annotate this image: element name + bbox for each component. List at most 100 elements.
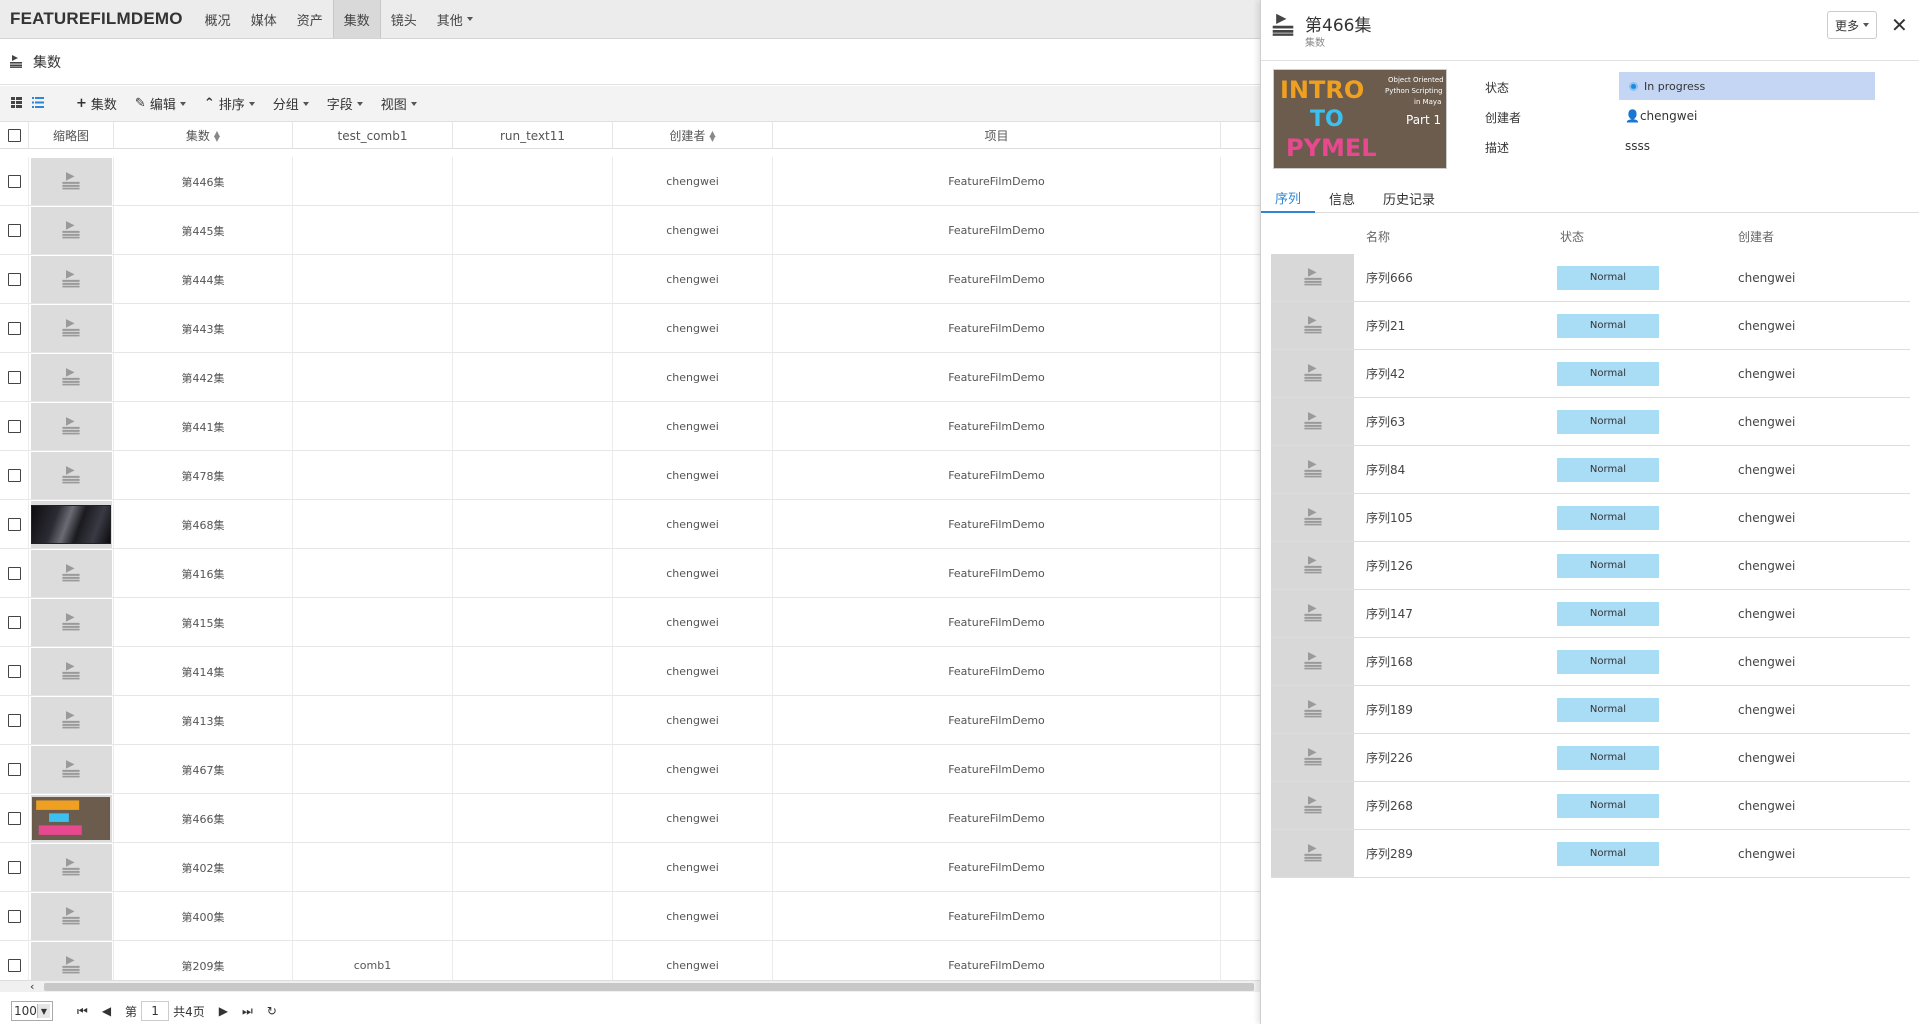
run-text11-cell[interactable] [453, 941, 613, 980]
creator-cell[interactable]: chengwei [613, 647, 773, 696]
thumbnail-cell[interactable] [29, 647, 114, 696]
sequence-name[interactable]: 序列268 [1366, 797, 1413, 814]
run-text11-cell[interactable] [453, 206, 613, 255]
table-row[interactable]: 第444集 chengwei FeatureFilmDemo [0, 255, 1260, 304]
table-row[interactable]: 第467集 chengwei FeatureFilmDemo [0, 745, 1260, 794]
grid-view-icon[interactable] [11, 96, 22, 111]
nav-item-assets[interactable]: 资产 [287, 0, 333, 38]
test-comb1-cell[interactable] [293, 696, 453, 745]
status-badge[interactable]: In progress [1619, 72, 1875, 100]
test-comb1-cell[interactable] [293, 647, 453, 696]
run-text11-cell[interactable] [453, 598, 613, 647]
row-checkbox[interactable] [7, 861, 21, 874]
page-size-select[interactable]: 100 ▼ [11, 1001, 53, 1021]
row-checkbox[interactable] [7, 175, 21, 188]
project-cell[interactable]: FeatureFilmDemo [773, 892, 1221, 941]
prev-page-icon[interactable]: ◀ [102, 1004, 111, 1018]
sequence-status-badge[interactable]: Normal [1557, 697, 1659, 722]
table-row[interactable]: 第400集 chengwei FeatureFilmDemo [0, 892, 1260, 941]
sequence-status-badge[interactable]: Normal [1557, 649, 1659, 674]
project-cell[interactable]: FeatureFilmDemo [773, 255, 1221, 304]
test-comb1-cell[interactable] [293, 500, 453, 549]
sort-menu-button[interactable]: ⌃ 排序 [204, 94, 255, 113]
run-text11-cell[interactable] [453, 794, 613, 843]
first-page-icon[interactable]: ⏮ [77, 1004, 88, 1019]
table-row[interactable]: 第209集 comb1 chengwei FeatureFilmDemo [0, 941, 1260, 980]
project-cell[interactable]: FeatureFilmDemo [773, 353, 1221, 402]
episode-name-cell[interactable]: 第414集 [114, 647, 293, 696]
run-text11-cell[interactable] [453, 647, 613, 696]
creator-cell[interactable]: chengwei [613, 353, 773, 402]
sequence-status-badge[interactable]: Normal [1557, 505, 1659, 530]
nav-item-episodes[interactable]: 集数 [332, 0, 381, 38]
row-checkbox[interactable] [7, 714, 21, 727]
brand-logo[interactable]: FEATUREFILMDEMO [0, 0, 195, 38]
run-text11-cell[interactable] [453, 255, 613, 304]
sequence-row[interactable]: 序列147 Normal chengwei [1271, 590, 1910, 638]
episode-name-cell[interactable]: 第441集 [114, 402, 293, 451]
sequence-row[interactable]: 序列63 Normal chengwei [1271, 398, 1910, 446]
sequence-name[interactable]: 序列126 [1366, 557, 1413, 574]
creator-cell[interactable]: chengwei [613, 892, 773, 941]
table-row[interactable]: 第402集 chengwei FeatureFilmDemo [0, 843, 1260, 892]
edit-menu-button[interactable]: ✎ 编辑 [135, 94, 186, 113]
project-cell[interactable]: FeatureFilmDemo [773, 451, 1221, 500]
run-text11-cell[interactable] [453, 304, 613, 353]
creator-cell[interactable]: chengwei [613, 745, 773, 794]
run-text11-cell[interactable] [453, 843, 613, 892]
sequence-name[interactable]: 序列147 [1366, 605, 1413, 622]
nav-item-overview[interactable]: 概况 [195, 0, 241, 38]
test-comb1-cell[interactable] [293, 892, 453, 941]
episode-name-cell[interactable]: 第466集 [114, 794, 293, 843]
run-text11-cell[interactable] [453, 549, 613, 598]
group-menu-button[interactable]: 分组 [273, 94, 309, 113]
thumbnail-cell[interactable] [29, 304, 114, 353]
list-view-icon[interactable] [32, 96, 44, 111]
thumbnail-cell[interactable] [29, 451, 114, 500]
sequence-status-badge[interactable]: Normal [1557, 265, 1659, 290]
run-text11-cell[interactable] [453, 892, 613, 941]
sequence-row[interactable]: 序列168 Normal chengwei [1271, 638, 1910, 686]
table-row[interactable]: 第416集 chengwei FeatureFilmDemo [0, 549, 1260, 598]
creator-cell[interactable]: chengwei [613, 451, 773, 500]
project-cell[interactable]: FeatureFilmDemo [773, 304, 1221, 353]
view-menu-button[interactable]: 视图 [381, 94, 417, 113]
nav-item-media[interactable]: 媒体 [241, 0, 287, 38]
sequence-name[interactable]: 序列189 [1366, 701, 1413, 718]
table-row[interactable]: 第413集 chengwei FeatureFilmDemo [0, 696, 1260, 745]
creator-cell[interactable]: chengwei [613, 696, 773, 745]
thumbnail-cell[interactable] [29, 255, 114, 304]
run-text11-cell[interactable] [453, 402, 613, 451]
horizontal-scrollbar[interactable]: ‹ [0, 980, 1260, 993]
sequence-row[interactable]: 序列42 Normal chengwei [1271, 350, 1910, 398]
sequence-name[interactable]: 序列666 [1366, 269, 1413, 286]
run-text11-cell[interactable] [453, 500, 613, 549]
sequence-name[interactable]: 序列21 [1366, 317, 1405, 334]
sequence-row[interactable]: 序列21 Normal chengwei [1271, 302, 1910, 350]
table-row[interactable]: 第478集 chengwei FeatureFilmDemo [0, 451, 1260, 500]
test-comb1-cell[interactable] [293, 157, 453, 206]
sequence-name[interactable]: 序列289 [1366, 845, 1413, 862]
project-cell[interactable]: FeatureFilmDemo [773, 941, 1221, 980]
thumbnail-cell[interactable] [29, 598, 114, 647]
project-cell[interactable]: FeatureFilmDemo [773, 843, 1221, 892]
episode-name-cell[interactable]: 第478集 [114, 451, 293, 500]
sequence-status-badge[interactable]: Normal [1557, 745, 1659, 770]
test-comb1-cell[interactable] [293, 598, 453, 647]
row-checkbox[interactable] [7, 959, 21, 972]
sequence-row[interactable]: 序列189 Normal chengwei [1271, 686, 1910, 734]
creator-cell[interactable]: chengwei [613, 206, 773, 255]
column-header-creator[interactable]: 创建者 ▲ ▼ [613, 122, 773, 149]
row-checkbox[interactable] [7, 469, 21, 482]
close-icon[interactable]: ✕ [1891, 13, 1908, 37]
select-all-checkbox[interactable] [7, 129, 21, 142]
thumbnail-cell[interactable] [29, 745, 114, 794]
episode-name-cell[interactable]: 第443集 [114, 304, 293, 353]
sequence-status-badge[interactable]: Normal [1557, 553, 1659, 578]
table-row[interactable]: 第466集 chengwei FeatureFilmDemo [0, 794, 1260, 843]
creator-cell[interactable]: chengwei [613, 598, 773, 647]
episode-name-cell[interactable]: 第415集 [114, 598, 293, 647]
project-cell[interactable]: FeatureFilmDemo [773, 206, 1221, 255]
table-row[interactable]: 第415集 chengwei FeatureFilmDemo [0, 598, 1260, 647]
sequence-status-badge[interactable]: Normal [1557, 361, 1659, 386]
